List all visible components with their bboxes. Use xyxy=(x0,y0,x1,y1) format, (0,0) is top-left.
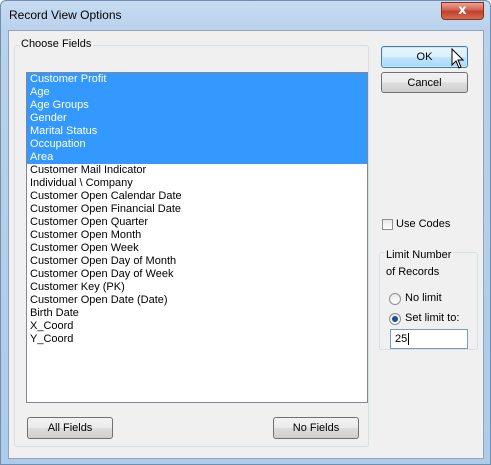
choose-fields-group: Choose Fields Customer Profit Age Age Grou… xyxy=(14,38,369,447)
no-fields-button[interactable]: No Fields xyxy=(273,417,359,439)
choose-fields-label: Choose Fields xyxy=(19,38,94,50)
all-fields-button[interactable]: All Fields xyxy=(27,417,113,439)
limit-group-label-line2: of Records xyxy=(384,264,442,281)
list-item[interactable]: Age xyxy=(27,86,367,99)
list-item[interactable]: Customer Open Day of Month xyxy=(27,255,367,268)
list-item[interactable]: Age Groups xyxy=(27,99,367,112)
list-item[interactable]: Marital Status xyxy=(27,125,367,138)
use-codes-label: Use Codes xyxy=(396,218,451,230)
list-item[interactable]: Customer Mail Indicator xyxy=(27,164,367,177)
list-item[interactable]: Customer Open Week xyxy=(27,242,367,255)
list-item[interactable]: Gender xyxy=(27,112,367,125)
list-item[interactable]: Y_Coord xyxy=(27,333,367,346)
list-item[interactable]: Customer Open Date (Date) xyxy=(27,294,367,307)
list-item[interactable]: Customer Open Calendar Date xyxy=(27,190,367,203)
limit-value-text: 25 xyxy=(395,333,408,345)
dialog-window: Record View Options x Choose Fields Cust… xyxy=(0,0,491,465)
set-limit-label: Set limit to: xyxy=(405,312,460,324)
close-icon: x xyxy=(458,3,467,18)
list-item[interactable]: Customer Profit xyxy=(27,73,367,86)
list-item[interactable]: Customer Open Month xyxy=(27,229,367,242)
list-item[interactable]: Customer Open Quarter xyxy=(27,216,367,229)
use-codes-checkbox[interactable] xyxy=(382,219,393,230)
limit-value-input[interactable]: 25 xyxy=(390,329,468,349)
list-item[interactable]: Individual \ Company xyxy=(27,177,367,190)
limit-group-label-line1: Limit Number xyxy=(384,247,454,264)
list-item[interactable]: Customer Open Financial Date xyxy=(27,203,367,216)
fields-listbox[interactable]: Customer Profit Age Age Groups Gender Marita… xyxy=(26,72,368,403)
list-item[interactable]: Area xyxy=(27,151,367,164)
text-caret xyxy=(408,333,410,346)
no-limit-radio[interactable] xyxy=(389,293,401,305)
list-item[interactable]: Birth Date xyxy=(27,307,367,320)
list-item[interactable]: Customer Open Day of Week xyxy=(27,268,367,281)
dialog-client-area: Choose Fields Customer Profit Age Age Grou… xyxy=(8,30,484,459)
set-limit-radio[interactable] xyxy=(389,313,401,325)
limit-records-group: Limit Number of Records No limit Set lim… xyxy=(379,247,478,350)
title-bar[interactable]: Record View Options x xyxy=(1,1,490,29)
window-title: Record View Options xyxy=(9,8,122,22)
list-item[interactable]: Occupation xyxy=(27,138,367,151)
mouse-pointer-icon xyxy=(451,48,465,69)
cancel-button[interactable]: Cancel xyxy=(381,72,468,93)
list-item[interactable]: X_Coord xyxy=(27,320,367,333)
close-button[interactable]: x xyxy=(441,2,484,20)
list-item[interactable]: Customer Key (PK) xyxy=(27,281,367,294)
no-limit-label: No limit xyxy=(405,292,442,304)
